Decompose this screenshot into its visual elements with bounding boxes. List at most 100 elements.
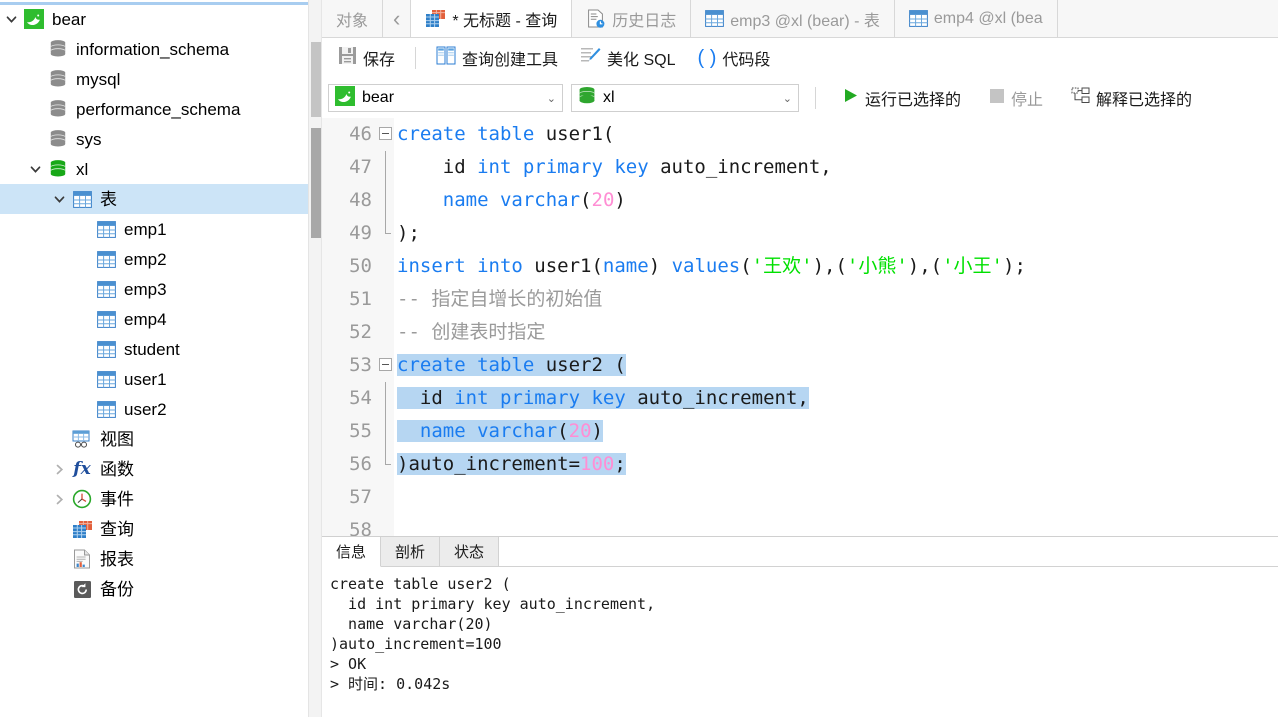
- explain-plan-icon: [1071, 87, 1090, 110]
- tree-item-备份[interactable]: 备份: [0, 574, 322, 604]
- chevron-down-icon[interactable]: ⌄: [773, 92, 792, 105]
- tree-item-student[interactable]: student: [0, 334, 322, 364]
- line-number: 47: [349, 156, 372, 178]
- document-tab[interactable]: * 无标题 - 查询: [411, 0, 573, 37]
- tree-item-emp1[interactable]: emp1: [0, 214, 322, 244]
- tree-item-视图[interactable]: 视图: [0, 424, 322, 454]
- event-clock-icon: [70, 489, 94, 509]
- tree-item-emp4[interactable]: emp4: [0, 304, 322, 334]
- code-line[interactable]: create table user1(: [397, 118, 1278, 151]
- fold-toggle-icon[interactable]: [379, 127, 392, 140]
- table-icon: [70, 190, 94, 208]
- tree-item-label: user1: [124, 369, 167, 389]
- sidebar-scroll-thumb-lower[interactable]: [311, 128, 321, 238]
- database-select[interactable]: xl ⌄: [571, 84, 799, 112]
- sql-code-content[interactable]: create table user1( id int primary key a…: [394, 118, 1278, 536]
- sql-editor-pane[interactable]: 46 47 48 49 50 51 52 53 54 55 56 57 58 create table …: [322, 118, 1278, 536]
- tree-item-xl[interactable]: xl: [0, 154, 322, 184]
- chevron-down-icon[interactable]: ⌄: [537, 92, 556, 105]
- table-icon: [94, 280, 118, 298]
- chevron-right-icon[interactable]: [48, 463, 70, 476]
- app-window: bear information_schema mysql performance_s…: [0, 0, 1278, 717]
- tree-item-user1[interactable]: user1: [0, 364, 322, 394]
- beautify-pen-icon: [580, 46, 601, 70]
- tree-item-label: 查询: [100, 519, 134, 539]
- tree-item-查询[interactable]: 查询: [0, 514, 322, 544]
- code-line[interactable]: name varchar(20): [397, 184, 1278, 217]
- connection-toolbar[interactable]: bear ⌄ xl ⌄ 运行已选择的 停止 解释已选择的: [322, 78, 1278, 118]
- database-name: xl: [603, 89, 615, 106]
- tree-item-表[interactable]: 表: [0, 184, 322, 214]
- tab-list[interactable]: * 无标题 - 查询 历史日志 emp3 @xl (bear) - 表 emp4 @x…: [411, 0, 1058, 37]
- chevron-right-icon[interactable]: [48, 493, 70, 506]
- sidebar-vertical-scrollbar[interactable]: [308, 0, 322, 717]
- save-button[interactable]: 保存: [328, 42, 405, 74]
- tree-item-函数[interactable]: fx 函数: [0, 454, 322, 484]
- tree-item-emp2[interactable]: emp2: [0, 244, 322, 274]
- code-token: name: [602, 255, 649, 277]
- sidebar-scroll-thumb-upper[interactable]: [311, 42, 321, 117]
- document-tab[interactable]: emp4 @xl (bea: [894, 0, 1058, 37]
- function-fx-icon: fx: [73, 458, 91, 479]
- table-icon: [94, 250, 118, 268]
- tab-objects[interactable]: 对象: [322, 0, 384, 37]
- code-token: (: [580, 189, 592, 211]
- tab-scroll-back-button[interactable]: ‹: [383, 0, 412, 37]
- fold-end-marker: [385, 233, 391, 234]
- code-line[interactable]: -- 指定自增长的初始值: [397, 283, 1278, 316]
- code-token: '小王': [942, 255, 1003, 277]
- code-line[interactable]: -- 创建表时指定: [397, 316, 1278, 349]
- connection-select[interactable]: bear ⌄: [328, 84, 563, 112]
- results-tab[interactable]: 状态: [440, 537, 500, 567]
- tree-item-mysql[interactable]: mysql: [0, 64, 322, 94]
- query-builder-button[interactable]: 查询创建工具: [426, 42, 568, 74]
- document-tab[interactable]: 历史日志: [572, 0, 692, 37]
- query-toolbar[interactable]: 保存 查询创建工具 美化 SQL () 代码段: [322, 38, 1278, 78]
- fold-guide-line: [385, 217, 386, 233]
- fold-guide-line: [385, 184, 386, 217]
- results-tab-bar[interactable]: 信息 剖析 状态: [322, 537, 1278, 567]
- line-number: 55: [349, 420, 372, 442]
- results-tab[interactable]: 剖析: [381, 537, 441, 567]
- chevron-down-icon[interactable]: [24, 163, 46, 176]
- code-line[interactable]: [397, 514, 1278, 536]
- code-line[interactable]: insert into user1(name) values('王欢'),('小…: [397, 250, 1278, 283]
- code-line[interactable]: id int primary key auto_increment,: [397, 151, 1278, 184]
- tree-item-报表[interactable]: 报表: [0, 544, 322, 574]
- tree-item-事件[interactable]: 事件: [0, 484, 322, 514]
- sql-editor[interactable]: 46 47 48 49 50 51 52 53 54 55 56 57 58 create table …: [322, 118, 1278, 536]
- tree-item-user2[interactable]: user2: [0, 394, 322, 424]
- code-folding-column[interactable]: [378, 118, 394, 536]
- code-snippet-label: 代码段: [722, 52, 771, 69]
- code-snippet-button[interactable]: ( ) 代码段: [688, 42, 781, 74]
- explain-selected-button[interactable]: 解释已选择的: [1061, 82, 1202, 114]
- tree-item-performance_schema[interactable]: performance_schema: [0, 94, 322, 124]
- tree-item-label: performance_schema: [76, 99, 241, 119]
- document-tab-bar[interactable]: 对象 ‹ * 无标题 - 查询 历史日志 emp3 @xl (bear) - 表 em…: [322, 0, 1278, 38]
- line-number: 50: [349, 255, 372, 277]
- code-line[interactable]: );: [397, 217, 1278, 250]
- tree-item-sys[interactable]: sys: [0, 124, 322, 154]
- code-token: ),(: [907, 255, 943, 277]
- chevron-down-icon[interactable]: [0, 13, 22, 26]
- beautify-sql-button[interactable]: 美化 SQL: [570, 42, 685, 74]
- tree-item-information_schema[interactable]: information_schema: [0, 34, 322, 64]
- code-token: (: [740, 255, 752, 277]
- sidebar-navigation-pane: bear information_schema mysql performance_s…: [0, 0, 322, 717]
- object-tree[interactable]: bear information_schema mysql performance_s…: [0, 0, 322, 604]
- fold-guide-line: [385, 448, 386, 464]
- sidebar-top-rule: [0, 2, 308, 5]
- tree-item-bear[interactable]: bear: [0, 4, 322, 34]
- results-tab[interactable]: 信息: [322, 537, 382, 567]
- run-selected-button[interactable]: 运行已选择的: [832, 82, 971, 114]
- line-number-gutter: 46 47 48 49 50 51 52 53 54 55 56 57 58: [322, 118, 378, 536]
- chevron-down-icon[interactable]: [48, 193, 70, 206]
- tree-item-emp3[interactable]: emp3: [0, 274, 322, 304]
- fold-toggle-icon[interactable]: [379, 358, 392, 371]
- document-tab[interactable]: emp3 @xl (bear) - 表: [691, 0, 895, 37]
- stop-button[interactable]: 停止: [979, 82, 1053, 114]
- play-triangle-icon: [842, 87, 859, 109]
- save-label: 保存: [363, 52, 396, 69]
- code-line[interactable]: [397, 481, 1278, 514]
- document-tab-label: emp4 @xl (bea: [933, 9, 1043, 27]
